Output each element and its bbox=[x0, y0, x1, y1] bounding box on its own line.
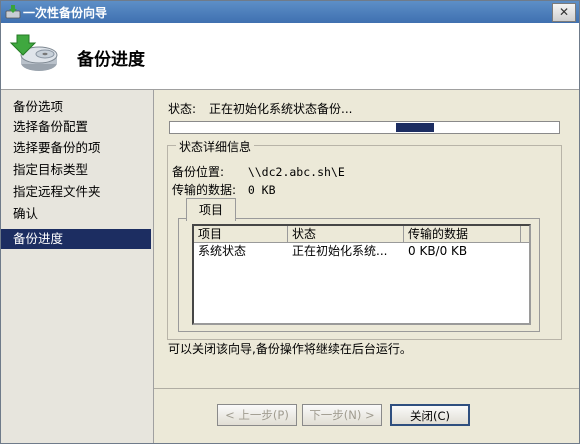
column-header-transferred[interactable]: 传输的数据 bbox=[404, 226, 521, 242]
tab-items[interactable]: 项目 bbox=[186, 198, 236, 221]
title-bar[interactable]: 一次性备份向导 ✕ bbox=[1, 1, 579, 23]
progress-bar bbox=[169, 121, 560, 134]
items-list: 项目 状态 传输的数据 系统状态 正在初始化系统... 0 KB/0 KB bbox=[192, 224, 531, 325]
main-content: 状态: 正在初始化系统状态备份... 状态详细信息 备份位置: \\dc2.ab… bbox=[154, 90, 579, 443]
backup-app-icon bbox=[5, 5, 21, 19]
close-button[interactable]: 关闭(C) bbox=[390, 404, 470, 426]
column-header-status[interactable]: 状态 bbox=[288, 226, 404, 242]
cell-item: 系统状态 bbox=[198, 244, 247, 258]
nav-item-target-type[interactable]: 指定目标类型 bbox=[1, 160, 151, 180]
list-item[interactable]: 系统状态 正在初始化系统... 0 KB/0 KB bbox=[194, 243, 529, 259]
nav-item-backup-progress[interactable]: 备份进度 bbox=[1, 229, 151, 249]
backup-location-label: 备份位置: bbox=[172, 165, 225, 179]
window-title: 一次性备份向导 bbox=[23, 6, 108, 20]
page-title: 备份进度 bbox=[77, 50, 145, 70]
nav-item-remote-folder[interactable]: 指定远程文件夹 bbox=[1, 182, 151, 202]
backup-location-row: 备份位置: \\dc2.abc.sh\E bbox=[172, 163, 345, 180]
status-text: 正在初始化系统状态备份... bbox=[209, 102, 353, 116]
cell-status: 正在初始化系统... bbox=[292, 244, 388, 258]
backup-location-value: \\dc2.abc.sh\E bbox=[247, 165, 345, 179]
wizard-window: 一次性备份向导 ✕ 备份进度 备份选项 选择备份配置 选择要备份的项 指定目标类… bbox=[0, 0, 580, 444]
wizard-header: 备份进度 bbox=[1, 23, 579, 90]
transferred-row: 传输的数据: 0 KB bbox=[172, 181, 276, 198]
progress-marquee bbox=[396, 123, 434, 132]
nav-item-backup-config[interactable]: 选择备份配置 bbox=[1, 117, 151, 137]
transferred-value: 0 KB bbox=[247, 183, 276, 197]
button-separator bbox=[154, 388, 579, 389]
nav-item-backup-options[interactable]: 备份选项 bbox=[1, 97, 151, 117]
transferred-label: 传输的数据: bbox=[172, 183, 237, 197]
close-icon[interactable]: ✕ bbox=[552, 3, 576, 22]
previous-button[interactable]: < 上一步(P) bbox=[217, 404, 297, 426]
column-header-item[interactable]: 项目 bbox=[194, 226, 288, 242]
cell-transferred: 0 KB/0 KB bbox=[408, 244, 468, 258]
backup-drive-icon bbox=[9, 34, 58, 71]
background-note: 可以关闭该向导,备份操作将继续在后台运行。 bbox=[168, 342, 412, 356]
next-button[interactable]: 下一步(N) > bbox=[302, 404, 382, 426]
details-legend: 状态详细信息 bbox=[176, 138, 255, 155]
nav-item-confirm[interactable]: 确认 bbox=[1, 204, 151, 224]
status-label: 状态: bbox=[168, 102, 197, 116]
nav-item-select-items[interactable]: 选择要备份的项 bbox=[1, 138, 151, 158]
wizard-steps-nav: 备份选项 选择备份配置 选择要备份的项 指定目标类型 指定远程文件夹 确认 备份… bbox=[1, 90, 154, 443]
list-header: 项目 状态 传输的数据 bbox=[194, 226, 529, 243]
